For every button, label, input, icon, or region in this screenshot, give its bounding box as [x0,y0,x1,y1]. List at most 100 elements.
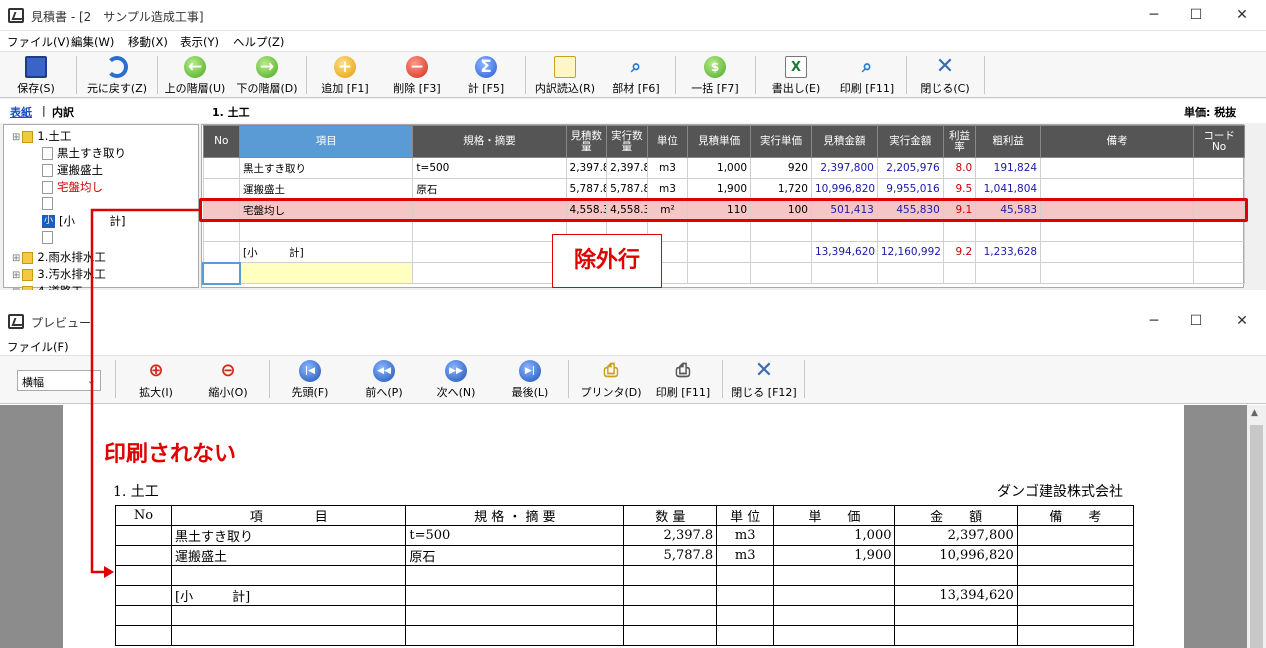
grid-cell[interactable] [942,262,977,284]
grid-cell[interactable] [1193,178,1245,200]
grid-cell[interactable]: 12,160,992 [876,241,944,263]
preview-print-button[interactable]: ⎙ 印刷 [F11] [648,358,718,400]
expand-icon[interactable]: ⊞ [12,287,20,290]
grid-cell[interactable] [238,220,414,242]
grid-cell[interactable]: 原石 [412,178,567,200]
grid-cell[interactable] [810,220,878,242]
grid-cell[interactable] [202,261,241,285]
grid-cell[interactable] [238,262,414,284]
batch-button[interactable]: $ 一括 [F7] [680,54,750,96]
preview-menu-file[interactable]: ファイル(F) [7,339,69,355]
item-checkbox[interactable] [42,231,53,244]
grid-column-header[interactable]: 備考 [1040,125,1195,158]
grid-cell[interactable] [687,262,752,284]
tree-node[interactable]: ⊞ 3.汚水排水工 [12,266,106,283]
material-button[interactable]: ⌕ 部材 [F6] [604,54,668,96]
printer-settings-button[interactable]: ⎙ プリンタ(D) [576,358,646,400]
grid-cell[interactable] [412,262,567,284]
grid-cell[interactable]: 920 [750,157,812,179]
tree-node[interactable]: ⊞ 4.道路工 [12,283,83,290]
export-button[interactable]: X 書出し(E) [764,54,828,96]
grid-cell[interactable] [202,220,240,242]
grid-cell[interactable]: 5,787.8 [606,178,648,200]
tab-cover[interactable]: 表紙 [10,104,32,120]
next-page-button[interactable]: ▶▶ 次へ(N) [426,358,486,400]
menu-help[interactable]: ヘルプ(Z) [233,34,284,50]
sum-button[interactable]: Σ 計 [F5] [456,54,516,96]
grid-column-header[interactable]: 見積単価 [687,125,752,158]
item-checkbox[interactable] [42,164,53,177]
expand-icon[interactable]: ⊞ [12,270,20,281]
grid-column-header[interactable]: No [202,125,240,158]
grid-cell[interactable]: m3 [646,178,689,200]
zoom-in-button[interactable]: ⊕ 拡大(I) [126,358,186,400]
grid-row[interactable]: 黒土すき取り t=500 2,397.8 2,397.8 m3 1,000 920 2,397… [202,157,1245,179]
tab-detail[interactable]: 内訳 [52,104,74,120]
menu-view[interactable]: 表示(Y) [180,34,219,50]
grid-cell[interactable] [1040,220,1195,242]
preview-close-button[interactable]: ✕ 閉じる [F12] [728,358,800,400]
grid-cell[interactable] [1040,262,1195,284]
grid-column-header[interactable]: 実行数量 [606,125,648,158]
grid-column-header[interactable]: 見積金額 [810,125,878,158]
grid-cell[interactable]: 1,233,628 [975,241,1042,263]
orientation-select[interactable]: 横幅 ⌄ [17,370,101,391]
grid-cell[interactable] [1193,262,1245,284]
maximize-icon[interactable]: ☐ [1186,6,1206,24]
grid-cell[interactable] [1193,157,1245,179]
grid-cell[interactable] [412,241,567,263]
grid-cell[interactable] [1040,178,1195,200]
grid-row[interactable]: 運搬盛土 原石 5,787.8 5,787.8 m3 1,900 1,720 10,996,8… [202,178,1245,200]
grid-cell[interactable] [750,262,812,284]
minimize-icon[interactable]: ─ [1144,312,1164,330]
grid-column-header[interactable]: コードNo [1193,125,1245,158]
grid-scrollbar[interactable] [1245,124,1266,288]
grid-row[interactable] [202,261,1245,285]
grid-cell[interactable] [1193,241,1245,263]
grid-row[interactable]: [小 計] 13,394,620 12,160,992 9.2 1,233,628 [202,241,1245,263]
grid-cell[interactable]: 1,900 [687,178,752,200]
item-checkbox[interactable] [42,197,53,210]
grid-cell[interactable] [975,220,1042,242]
grid-cell[interactable]: 黒土すき取り [238,157,414,179]
scrollbar-thumb[interactable] [1250,425,1263,648]
grid-cell[interactable]: 2,397.8 [606,157,648,179]
up-level-button[interactable]: ← 上の階層(U) [160,54,230,96]
minimize-icon[interactable]: ─ [1144,6,1164,24]
grid-cell[interactable]: 10,996,820 [810,178,878,200]
grid-cell[interactable] [750,241,812,263]
grid-column-header[interactable]: 実行単価 [750,125,812,158]
grid-cell[interactable]: 運搬盛土 [238,178,414,200]
grid-cell[interactable] [750,220,812,242]
grid-cell[interactable] [687,220,752,242]
tree-node[interactable]: ⊞ 2.雨水排水工 [12,249,106,266]
item-checkbox[interactable] [42,181,53,194]
save-button[interactable]: 保存(S) [4,54,68,96]
grid-cell[interactable]: 1,000 [687,157,752,179]
item-checkbox[interactable] [42,147,53,160]
grid-cell[interactable]: 13,394,620 [810,241,878,263]
first-page-button[interactable]: |◀ 先頭(F) [280,358,340,400]
expand-icon[interactable]: ⊞ [12,132,20,143]
grid-column-header[interactable]: 見積数量 [565,125,608,158]
grid-cell[interactable]: 9.2 [942,241,977,263]
grid-cell[interactable] [1193,220,1245,242]
tree-node[interactable]: ⊞ 1.土工 [12,128,71,145]
grid-cell[interactable] [1040,157,1195,179]
grid-cell[interactable]: [小 計] [238,241,414,263]
grid-column-header[interactable]: 規格・摘要 [412,125,567,158]
tree-node[interactable]: 小 [小 計] [42,213,125,230]
undo-button[interactable]: 元に戻す(Z) [80,54,154,96]
grid-cell[interactable] [202,178,240,200]
tree-node[interactable]: 黒土すき取り [42,145,126,162]
tree-node[interactable]: 宅盤均し [42,179,103,196]
menu-file[interactable]: ファイル(V) [7,34,70,50]
grid-cell[interactable]: 2,205,976 [876,157,944,179]
grid-cell[interactable] [1040,241,1195,263]
grid-column-header[interactable]: 項目 [238,125,414,158]
grid-column-header[interactable]: 実行金額 [876,125,944,158]
tree-node[interactable]: 運搬盛土 [42,162,103,179]
grid-cell[interactable] [942,220,977,242]
preview-scrollbar[interactable]: ▲ [1247,405,1266,648]
grid-cell[interactable]: 1,041,804 [975,178,1042,200]
